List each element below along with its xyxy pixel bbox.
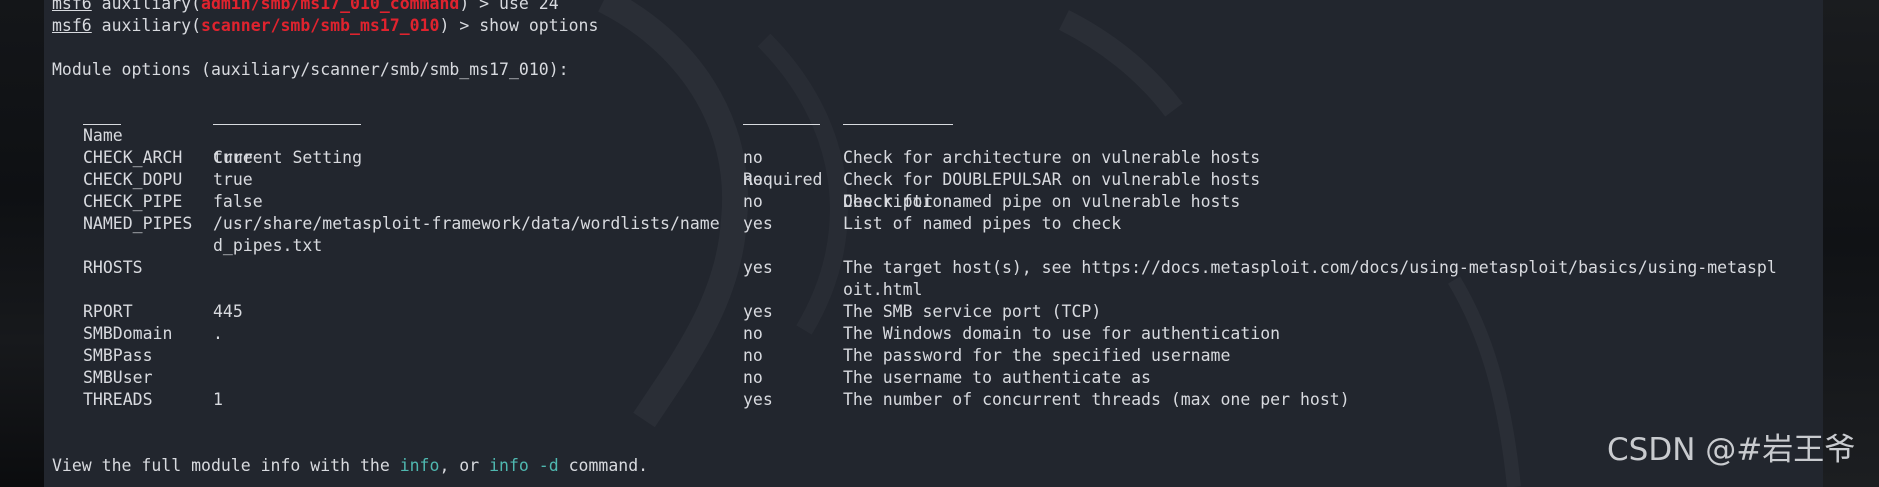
table-row: THREADS 1 yes The number of concurrent thre… [52, 389, 1812, 411]
footer-hint: View the full module info with the info,… [52, 456, 649, 475]
option-description: List of named pipes to check [843, 214, 1122, 233]
table-row: CHECK_DOPU true no Check for DOUBLEPULSAR o… [52, 169, 1812, 191]
option-name: NAMED_PIPES [83, 214, 193, 233]
option-name: SMBUser [83, 368, 153, 387]
option-required: no [743, 346, 763, 365]
option-required: yes [743, 390, 773, 409]
options-table-header: Name Current Setting Required Descriptio… [52, 103, 1812, 211]
table-row: d_pipes.txt [52, 235, 1812, 257]
option-description: Check for architecture on vulnerable hos… [843, 148, 1261, 167]
msf-prompt: msf6 [52, 16, 92, 35]
table-row: oit.html [52, 279, 1812, 301]
table-row: CHECK_ARCH true no Check for architecture o… [52, 147, 1812, 169]
table-row: SMBPass no The password for the specified … [52, 345, 1812, 367]
option-current-setting: true [213, 170, 253, 189]
option-required: yes [743, 214, 773, 233]
option-description: The username to authenticate as [843, 368, 1151, 387]
option-required: no [743, 170, 763, 189]
option-name: CHECK_DOPU [83, 170, 183, 189]
msf-prompt: msf6 [52, 0, 92, 13]
header-underline [743, 124, 820, 125]
option-current-setting: . [213, 324, 223, 343]
header-underline [83, 124, 121, 125]
option-description: The number of concurrent threads (max on… [843, 390, 1350, 409]
option-description: oit.html [843, 280, 923, 299]
option-description: The password for the specified username [843, 346, 1231, 365]
prompt-line-2: msf6 auxiliary(scanner/smb/smb_ms17_010)… [52, 16, 599, 35]
option-required: no [743, 148, 763, 167]
option-current-setting: 1 [213, 390, 223, 409]
header-underline [213, 124, 361, 125]
option-name: SMBDomain [83, 324, 173, 343]
header-underline [843, 124, 953, 125]
option-name: THREADS [83, 390, 153, 409]
option-current-setting: 445 [213, 302, 243, 321]
terminal-window[interactable]: msf6 auxiliary(admin/smb/ms17_010_comman… [44, 0, 1823, 487]
option-description: The SMB service port (TCP) [843, 302, 1102, 321]
option-description: Check for DOUBLEPULSAR on vulnerable hos… [843, 170, 1261, 189]
option-name: RHOSTS [83, 258, 143, 277]
option-required: no [743, 368, 763, 387]
option-description: The target host(s), see https://docs.met… [843, 258, 1777, 277]
table-row: SMBDomain. no The Windows domain to use fo… [52, 323, 1812, 345]
option-description: The Windows domain to use for authentica… [843, 324, 1281, 343]
option-name: CHECK_ARCH [83, 148, 183, 167]
info-command-link[interactable]: info [400, 456, 440, 475]
table-row: NAMED_PIPES/usr/share/metasploit-framewo… [52, 213, 1812, 235]
table-row: SMBUser no The username to authenticate as [52, 367, 1812, 389]
module-name: scanner/smb/smb_ms17_010 [201, 16, 440, 35]
screen: msf6 auxiliary(admin/smb/ms17_010_comman… [0, 0, 1879, 487]
option-name: SMBPass [83, 346, 153, 365]
prompt-line-1: msf6 auxiliary(admin/smb/ms17_010_comman… [52, 0, 559, 15]
table-row: RPORT 445 yes The SMB service port (TCP) [52, 301, 1812, 323]
option-current-setting: false [213, 192, 263, 211]
option-current-setting: d_pipes.txt [213, 236, 323, 255]
module-name: admin/smb/ms17_010_command [201, 0, 460, 13]
option-current-setting: /usr/share/metasploit-framework/data/wor… [213, 214, 720, 233]
option-required: yes [743, 258, 773, 277]
option-name: RPORT [83, 302, 133, 321]
module-options-header: Module options (auxiliary/scanner/smb/sm… [52, 60, 569, 79]
option-required: yes [743, 302, 773, 321]
desktop-background-right [1823, 0, 1879, 487]
option-description: Check for named pipe on vulnerable hosts [843, 192, 1241, 211]
option-name: CHECK_PIPE [83, 192, 183, 211]
table-row: CHECK_PIPE false no Check for named pipe on… [52, 191, 1812, 213]
desktop-background-left [0, 0, 44, 487]
option-required: no [743, 324, 763, 343]
csdn-watermark: CSDN @#岩王爷 [1607, 432, 1856, 468]
table-row: RHOSTS yes The target host(s), see https:/… [52, 257, 1812, 279]
option-current-setting: true [213, 148, 253, 167]
option-required: no [743, 192, 763, 211]
column-name: Name [83, 126, 123, 145]
info-d-command-link[interactable]: info -d [489, 456, 559, 475]
